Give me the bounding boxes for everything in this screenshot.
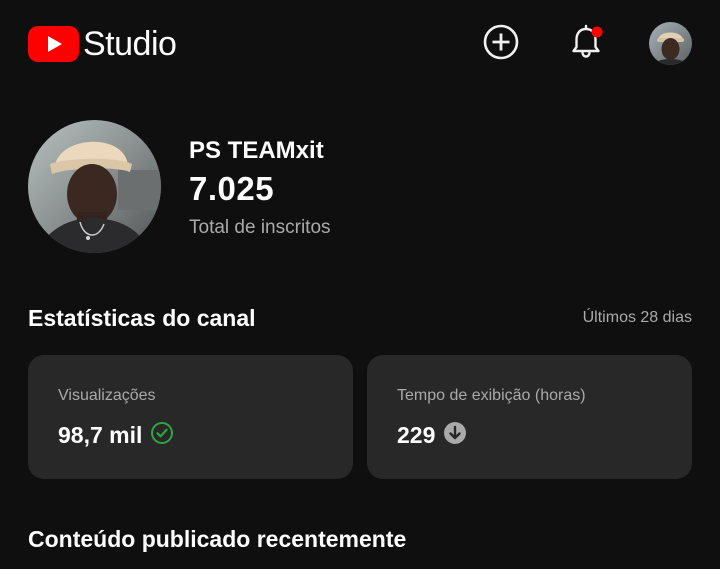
account-avatar-image: [649, 22, 692, 65]
views-card[interactable]: Visualizações 98,7 mil: [28, 355, 353, 479]
watch-time-card[interactable]: Tempo de exibição (horas) 229: [367, 355, 692, 479]
check-circle-icon: [150, 421, 174, 450]
recent-content-title: Conteúdo publicado recentemente: [28, 526, 407, 552]
top-app-bar: Studio: [0, 0, 720, 90]
channel-name: PS TEAMxit: [189, 137, 324, 164]
watch-time-value: 229: [397, 422, 436, 448]
watch-time-label: Tempo de exibição (horas): [397, 387, 586, 404]
notifications-button[interactable]: [566, 24, 606, 64]
channel-avatar: [28, 120, 161, 253]
studio-logo[interactable]: Studio: [28, 24, 177, 64]
views-label: Visualizações: [58, 387, 156, 404]
channel-stats-title: Estatísticas do canal: [28, 305, 256, 331]
stats-period: Últimos 28 dias: [582, 309, 692, 326]
add-circle-icon: [482, 23, 520, 66]
subscriber-label: Total de inscritos: [189, 217, 331, 238]
views-value: 98,7 mil: [58, 422, 143, 448]
account-avatar[interactable]: [649, 22, 692, 65]
subscriber-count: 7.025: [189, 170, 275, 207]
create-button[interactable]: [481, 24, 521, 64]
studio-wordmark: Studio: [83, 25, 177, 63]
notification-dot-icon: [591, 25, 603, 43]
arrow-down-circle-icon: [443, 421, 467, 450]
youtube-logo-icon: [28, 26, 79, 62]
